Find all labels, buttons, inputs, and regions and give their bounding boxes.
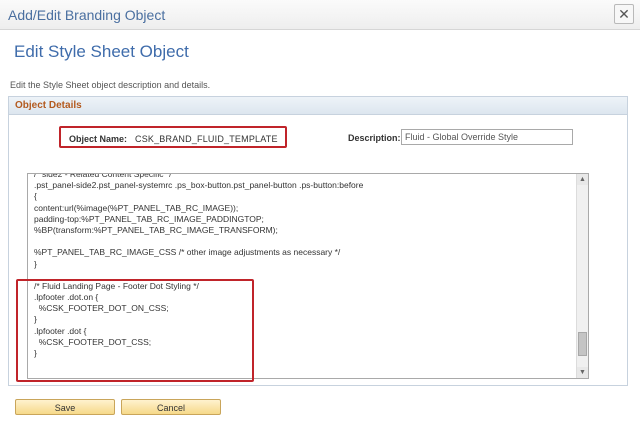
code-line: }	[34, 258, 37, 269]
code-line: %PT_PANEL_TAB_RC_IMAGE_CSS /* other imag…	[34, 247, 341, 258]
editor-scrollbar[interactable]: ▲ ▼	[576, 174, 588, 378]
window-titlebar: Add/Edit Branding Object ✕	[0, 0, 640, 30]
cancel-button[interactable]: Cancel	[121, 399, 221, 415]
page-title: Edit Style Sheet Object	[14, 42, 189, 61]
scroll-up-icon[interactable]: ▲	[577, 174, 588, 185]
object-name-label: Object Name:	[69, 134, 128, 144]
code-line: {	[34, 191, 37, 202]
scroll-down-icon[interactable]: ▼	[577, 367, 588, 378]
code-line: %BP(transform:%PT_PANEL_TAB_RC_IMAGE_TRA…	[34, 224, 278, 235]
close-icon[interactable]: ✕	[614, 4, 634, 24]
code-line: /* side2 - Related Content Specific */	[34, 173, 172, 179]
footer-dot-highlight	[16, 279, 254, 382]
page-instructions: Edit the Style Sheet object description …	[10, 80, 211, 90]
description-input[interactable]	[401, 129, 573, 145]
group-title: Object Details	[9, 97, 627, 115]
window-title: Add/Edit Branding Object	[8, 7, 166, 23]
code-line: .pst_panel-side2.pst_panel-systemrc .ps_…	[34, 180, 364, 191]
code-line: padding-top:%PT_PANEL_TAB_RC_IMAGE_PADDI…	[34, 213, 264, 224]
object-name-value: CSK_BRAND_FLUID_TEMPLATE	[135, 134, 278, 144]
description-label: Description:	[348, 133, 401, 143]
scroll-thumb[interactable]	[578, 332, 587, 356]
code-line: content:url(%image(%PT_PANEL_TAB_RC_IMAG…	[34, 202, 239, 213]
save-button[interactable]: Save	[15, 399, 115, 415]
